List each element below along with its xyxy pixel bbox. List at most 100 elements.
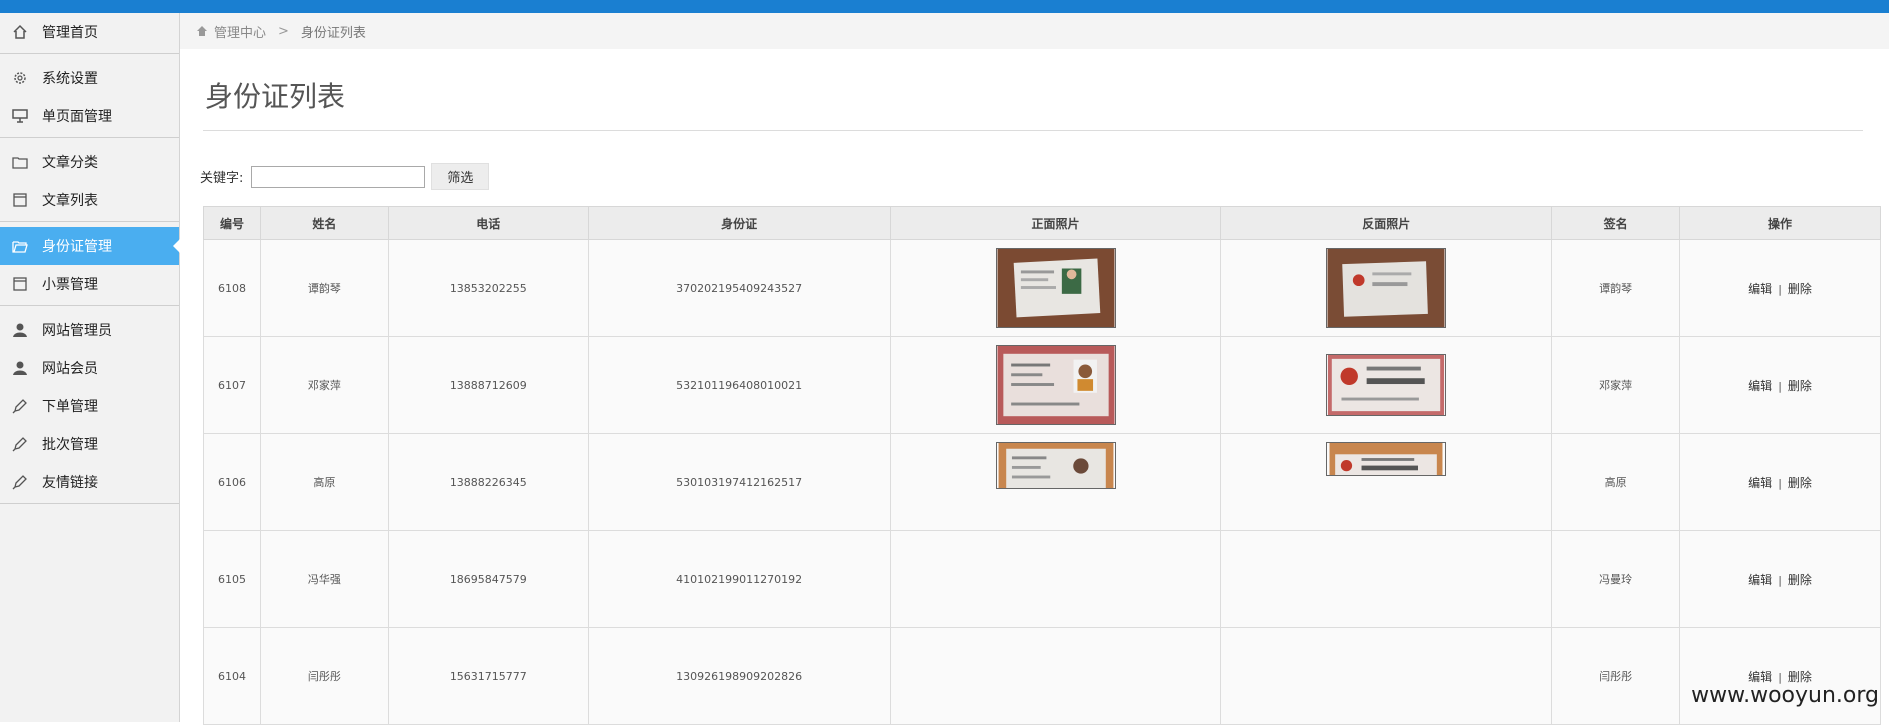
sidebar-item-label: 单页面管理 (42, 106, 112, 126)
pencil-icon (12, 436, 28, 452)
divider (0, 503, 179, 504)
cell-front-photo (890, 337, 1221, 434)
column-header-name[interactable]: 姓名 (260, 207, 388, 240)
cell-front-photo (890, 434, 1221, 531)
pencil-icon (12, 474, 28, 490)
page-title: 身份证列表 (205, 75, 345, 115)
cell-phone: 18695847579 (388, 531, 588, 628)
home-icon (12, 24, 28, 40)
divider (0, 53, 179, 54)
id-back-photo[interactable] (1326, 354, 1446, 416)
sidebar: 管理首页 系统设置 单页面管理 文章分类 文章列表 身份证管理 小票管理 网站管… (0, 13, 180, 722)
divider (0, 305, 179, 306)
user-icon (12, 360, 28, 376)
column-header-id[interactable]: 编号 (204, 207, 261, 240)
cell-phone: 13888226345 (388, 434, 588, 531)
cell-actions: 编辑|删除 (1680, 434, 1881, 531)
sidebar-item-home[interactable]: 管理首页 (0, 13, 179, 51)
cell-id: 6108 (204, 240, 261, 337)
cell-id: 6105 (204, 531, 261, 628)
sidebar-item-site-members[interactable]: 网站会员 (0, 349, 179, 387)
sidebar-item-article-list[interactable]: 文章列表 (0, 181, 179, 219)
keyword-input[interactable] (251, 166, 425, 188)
sidebar-item-single-page[interactable]: 单页面管理 (0, 97, 179, 135)
main-content: 管理中心 > 身份证列表 身份证列表 关键字: 筛选 编号 姓名 电话 身份证 … (180, 13, 1889, 722)
sidebar-item-article-category[interactable]: 文章分类 (0, 143, 179, 181)
breadcrumb-link-admin-center[interactable]: 管理中心 (214, 22, 266, 41)
cell-name: 冯华强 (260, 531, 388, 628)
cell-back-photo (1221, 434, 1552, 531)
id-front-photo[interactable] (996, 248, 1116, 328)
cell-actions: 编辑 | 删除 (1680, 531, 1881, 628)
cell-front-photo (890, 531, 1221, 628)
id-front-photo[interactable] (996, 442, 1116, 489)
id-front-photo[interactable] (996, 345, 1116, 425)
cell-phone: 15631715777 (388, 628, 588, 725)
sidebar-item-id-card-management[interactable]: 身份证管理 (0, 227, 179, 265)
sidebar-item-site-admins[interactable]: 网站管理员 (0, 311, 179, 349)
column-header-phone[interactable]: 电话 (388, 207, 588, 240)
id-back-photo[interactable] (1326, 248, 1446, 328)
column-header-id-number[interactable]: 身份证 (588, 207, 890, 240)
cell-id-number: 130926198909202826 (588, 628, 890, 725)
cell-back-photo (1221, 628, 1552, 725)
cell-signature: 谭韵琴 (1552, 240, 1680, 337)
folder-icon (12, 154, 28, 170)
sidebar-item-friend-links[interactable]: 友情链接 (0, 463, 179, 501)
delete-link[interactable]: 删除 (1788, 573, 1812, 587)
edit-link[interactable]: 编辑 (1748, 282, 1772, 296)
cell-name: 高原 (260, 434, 388, 531)
table-row: 6106 高原 13888226345 530103197412162517 (204, 434, 1881, 531)
filter-button[interactable]: 筛选 (431, 163, 489, 190)
sidebar-item-label: 网站会员 (42, 358, 98, 378)
filter-bar: 关键字: 筛选 (200, 163, 489, 190)
id-back-photo[interactable] (1326, 442, 1446, 476)
column-header-back-photo[interactable]: 反面照片 (1221, 207, 1552, 240)
gear-icon (12, 70, 28, 86)
edit-link[interactable]: 编辑 (1748, 476, 1772, 490)
sidebar-item-label: 管理首页 (42, 22, 98, 42)
divider (0, 221, 179, 222)
delete-link[interactable]: 删除 (1788, 282, 1812, 296)
sidebar-item-label: 文章列表 (42, 190, 98, 210)
calendar-icon (12, 192, 28, 208)
cell-id-number: 370202195409243527 (588, 240, 890, 337)
sidebar-item-label: 身份证管理 (42, 236, 112, 256)
delete-link[interactable]: 删除 (1788, 670, 1812, 684)
divider: | (1778, 574, 1782, 587)
sidebar-item-label: 批次管理 (42, 434, 98, 454)
delete-link[interactable]: 删除 (1788, 379, 1812, 393)
edit-link[interactable]: 编辑 (1748, 573, 1772, 587)
delete-link[interactable]: 删除 (1788, 476, 1812, 490)
cell-name: 邓家萍 (260, 337, 388, 434)
cell-id: 6104 (204, 628, 261, 725)
cell-back-photo (1221, 337, 1552, 434)
pencil-icon (12, 398, 28, 414)
keyword-label: 关键字: (200, 167, 243, 186)
cell-id-number: 410102199011270192 (588, 531, 890, 628)
sidebar-item-label: 小票管理 (42, 274, 98, 294)
edit-link[interactable]: 编辑 (1748, 670, 1772, 684)
edit-link[interactable]: 编辑 (1748, 379, 1772, 393)
calendar-icon (12, 276, 28, 292)
cell-signature: 邓家萍 (1552, 337, 1680, 434)
sidebar-item-system-settings[interactable]: 系统设置 (0, 59, 179, 97)
table-row: 6105 冯华强 18695847579 410102199011270192 … (204, 531, 1881, 628)
column-header-signature[interactable]: 签名 (1552, 207, 1680, 240)
sidebar-item-label: 下单管理 (42, 396, 98, 416)
table-row: 6108 谭韵琴 13853202255 370202195409243527 (204, 240, 1881, 337)
cell-id: 6106 (204, 434, 261, 531)
top-bar (0, 0, 1889, 13)
sidebar-item-batches[interactable]: 批次管理 (0, 425, 179, 463)
column-header-actions[interactable]: 操作 (1680, 207, 1881, 240)
sidebar-item-orders[interactable]: 下单管理 (0, 387, 179, 425)
column-header-front-photo[interactable]: 正面照片 (890, 207, 1221, 240)
cell-actions: 编辑|删除 (1680, 628, 1881, 725)
cell-actions: 编辑|删除 (1680, 240, 1881, 337)
cell-phone: 13888712609 (388, 337, 588, 434)
cell-id-number: 532101196408010021 (588, 337, 890, 434)
table-row: 6107 邓家萍 13888712609 532101196408010021 (204, 337, 1881, 434)
table-row: 6104 闫彤彤 15631715777 130926198909202826 … (204, 628, 1881, 725)
folder-open-icon (12, 238, 28, 254)
sidebar-item-receipt-management[interactable]: 小票管理 (0, 265, 179, 303)
